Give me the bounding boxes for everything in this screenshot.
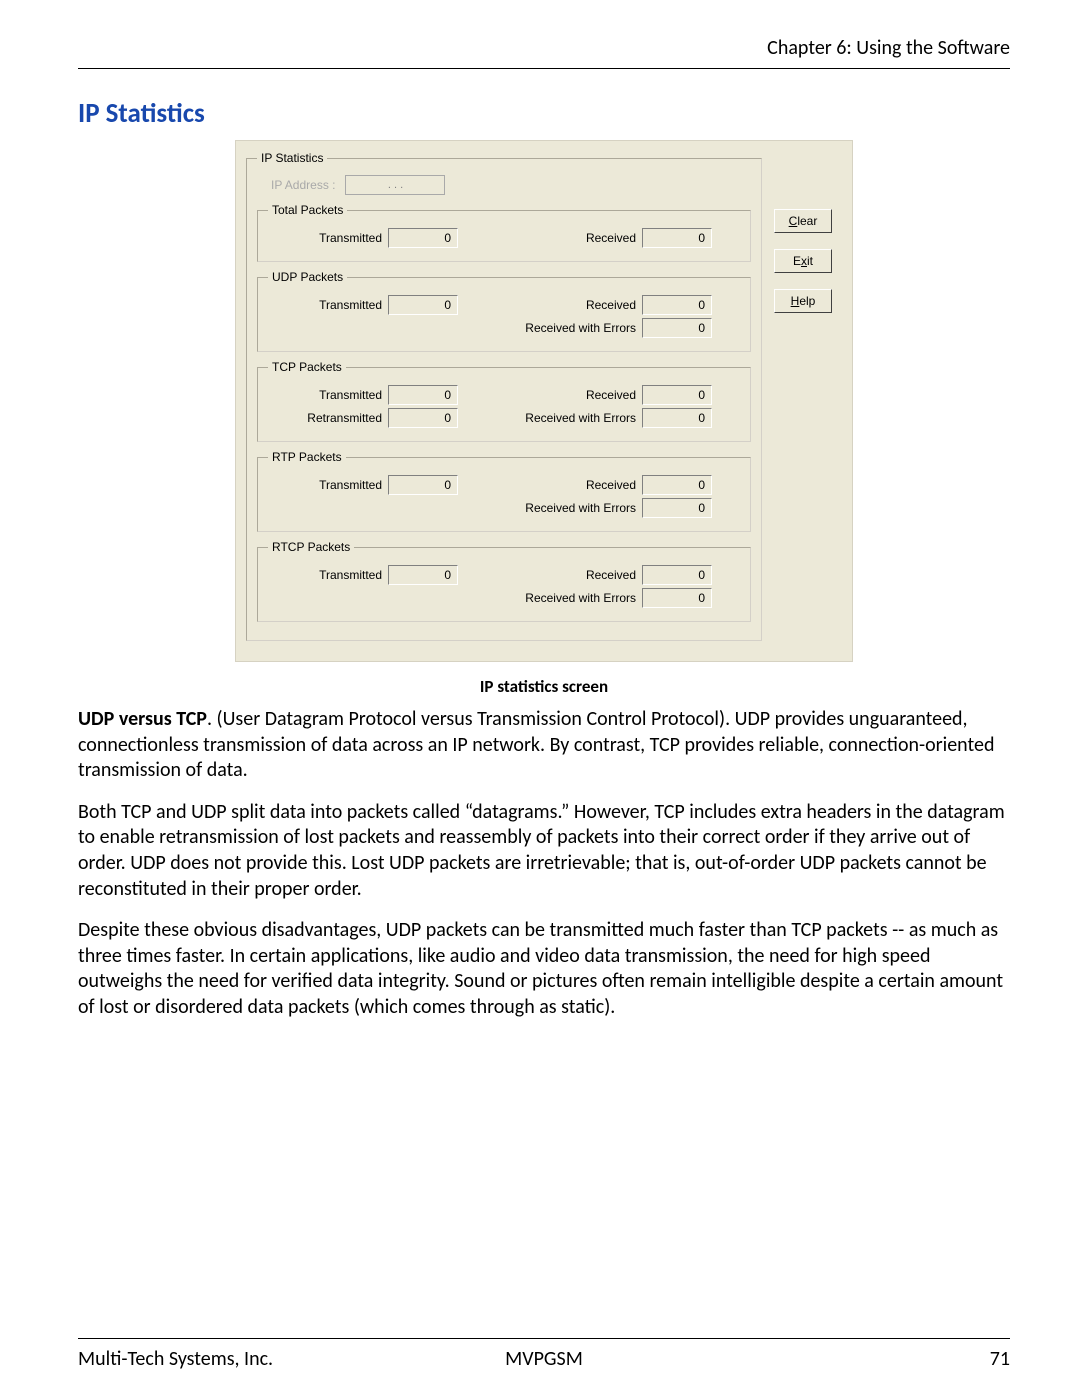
total-received-value: 0 (642, 228, 712, 248)
footer-product: MVPGSM (389, 1347, 700, 1371)
header-rule (78, 68, 1010, 69)
section-title: IP Statistics (78, 97, 1010, 130)
rtp-transmitted-label: Transmitted (268, 478, 388, 492)
rtcp-packets-group: RTCP Packets Transmitted 0 Received 0 (257, 540, 751, 622)
udp-rcverr-value: 0 (642, 318, 712, 338)
rtcp-rcverr-label: Received with Errors (492, 591, 642, 605)
clear-button-rest: lear (797, 214, 817, 228)
footer-page-number: 71 (699, 1347, 1010, 1371)
rtcp-transmitted-value: 0 (388, 565, 458, 585)
total-packets-group: Total Packets Transmitted 0 Received 0 (257, 203, 751, 262)
rtcp-received-label: Received (492, 568, 642, 582)
paragraph-2: Both TCP and UDP split data into packets… (78, 800, 1010, 902)
chapter-header: Chapter 6: Using the Software (78, 36, 1010, 68)
page-footer: Multi-Tech Systems, Inc. MVPGSM 71 (78, 1338, 1010, 1371)
ip-statistics-legend: IP Statistics (257, 151, 327, 165)
tcp-rcverr-label: Received with Errors (492, 411, 642, 425)
ip-address-label: IP Address : (271, 178, 335, 192)
tcp-packets-group: TCP Packets Transmitted 0 Received 0 Ret… (257, 360, 751, 442)
rtp-rcverr-label: Received with Errors (492, 501, 642, 515)
rtp-received-label: Received (492, 478, 642, 492)
udp-rcverr-label: Received with Errors (492, 321, 642, 335)
rtcp-transmitted-label: Transmitted (268, 568, 388, 582)
help-button[interactable]: Help (774, 289, 832, 313)
udp-transmitted-value: 0 (388, 295, 458, 315)
rtcp-packets-legend: RTCP Packets (268, 540, 354, 554)
udp-received-label: Received (492, 298, 642, 312)
rtp-transmitted-value: 0 (388, 475, 458, 495)
total-received-label: Received (492, 231, 642, 245)
figure-caption: IP statistics screen (78, 676, 1010, 697)
tcp-packets-legend: TCP Packets (268, 360, 346, 374)
tcp-transmitted-value: 0 (388, 385, 458, 405)
footer-rule (78, 1338, 1010, 1339)
rtp-rcverr-value: 0 (642, 498, 712, 518)
exit-button-rest: it (807, 254, 813, 268)
udp-transmitted-label: Transmitted (268, 298, 388, 312)
paragraph-1: UDP versus TCP. (User Datagram Protocol … (78, 707, 1010, 784)
help-button-rest: elp (799, 294, 815, 308)
footer-company: Multi-Tech Systems, Inc. (78, 1347, 389, 1371)
udp-packets-group: UDP Packets Transmitted 0 Received 0 (257, 270, 751, 352)
paragraph-1-rest: . (User Datagram Protocol versus Transmi… (78, 707, 994, 782)
total-transmitted-value: 0 (388, 228, 458, 248)
udp-received-value: 0 (642, 295, 712, 315)
rtp-received-value: 0 (642, 475, 712, 495)
rtcp-rcverr-value: 0 (642, 588, 712, 608)
tcp-transmitted-label: Transmitted (268, 388, 388, 402)
rtp-packets-legend: RTP Packets (268, 450, 346, 464)
ip-statistics-panel: IP Statistics IP Address : . . . Total P… (235, 140, 853, 662)
tcp-retransmitted-label: Retransmitted (268, 411, 388, 425)
clear-button[interactable]: Clear (774, 209, 832, 233)
ip-statistics-group: IP Statistics IP Address : . . . Total P… (246, 151, 762, 641)
ip-address-dots: . . . (388, 179, 403, 191)
tcp-rcverr-value: 0 (642, 408, 712, 428)
udp-packets-legend: UDP Packets (268, 270, 347, 284)
rtp-packets-group: RTP Packets Transmitted 0 Received 0 (257, 450, 751, 532)
paragraph-3: Despite these obvious disadvantages, UDP… (78, 918, 1010, 1020)
tcp-retransmitted-value: 0 (388, 408, 458, 428)
tcp-received-value: 0 (642, 385, 712, 405)
total-transmitted-label: Transmitted (268, 231, 388, 245)
paragraph-1-bold: UDP versus TCP (78, 707, 207, 731)
total-packets-legend: Total Packets (268, 203, 347, 217)
ip-address-field: . . . (345, 175, 445, 195)
tcp-received-label: Received (492, 388, 642, 402)
rtcp-received-value: 0 (642, 565, 712, 585)
exit-button[interactable]: Exit (774, 249, 832, 273)
